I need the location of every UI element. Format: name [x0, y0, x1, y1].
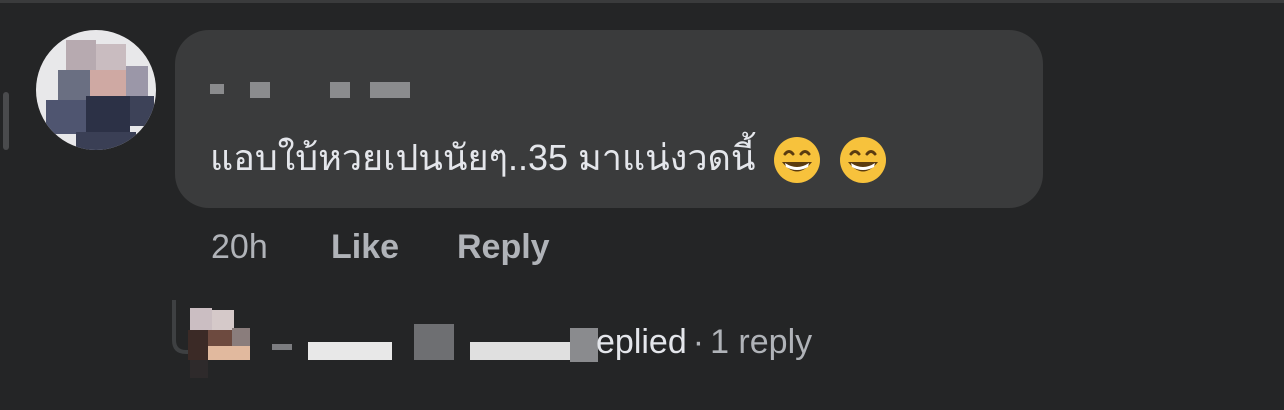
comment-text: แอบใบ้หวยเปนนัยๆ..35 มาแน่งวดนี้ — [210, 134, 888, 185]
commenter-avatar[interactable] — [36, 30, 156, 150]
like-button[interactable]: Like — [331, 226, 399, 268]
separator-dot: · — [692, 323, 705, 361]
replies-summary[interactable]: eplied · 1 reply — [168, 300, 888, 380]
reply-button[interactable]: Reply — [457, 226, 550, 268]
comment: แอบใบ้หวยเปนนัยๆ..35 มาแน่งวดนี้ 20h Lik… — [0, 0, 1284, 410]
comment-timestamp[interactable]: 20h — [211, 226, 268, 268]
replied-label: eplied — [596, 323, 687, 361]
reply-count: 1 reply — [710, 323, 813, 361]
replier-names-redacted — [272, 320, 602, 364]
view-replies-link[interactable]: eplied · 1 reply — [596, 320, 812, 364]
comment-body: แอบใบ้หวยเปนนัยๆ..35 มาแน่งวดนี้ — [210, 137, 756, 178]
thread-indicator — [3, 92, 9, 150]
grin-emoji-icon — [773, 137, 820, 184]
replier-avatar — [168, 300, 252, 380]
commenter-name-redacted[interactable] — [210, 78, 430, 102]
grin-emoji-icon — [839, 137, 886, 184]
